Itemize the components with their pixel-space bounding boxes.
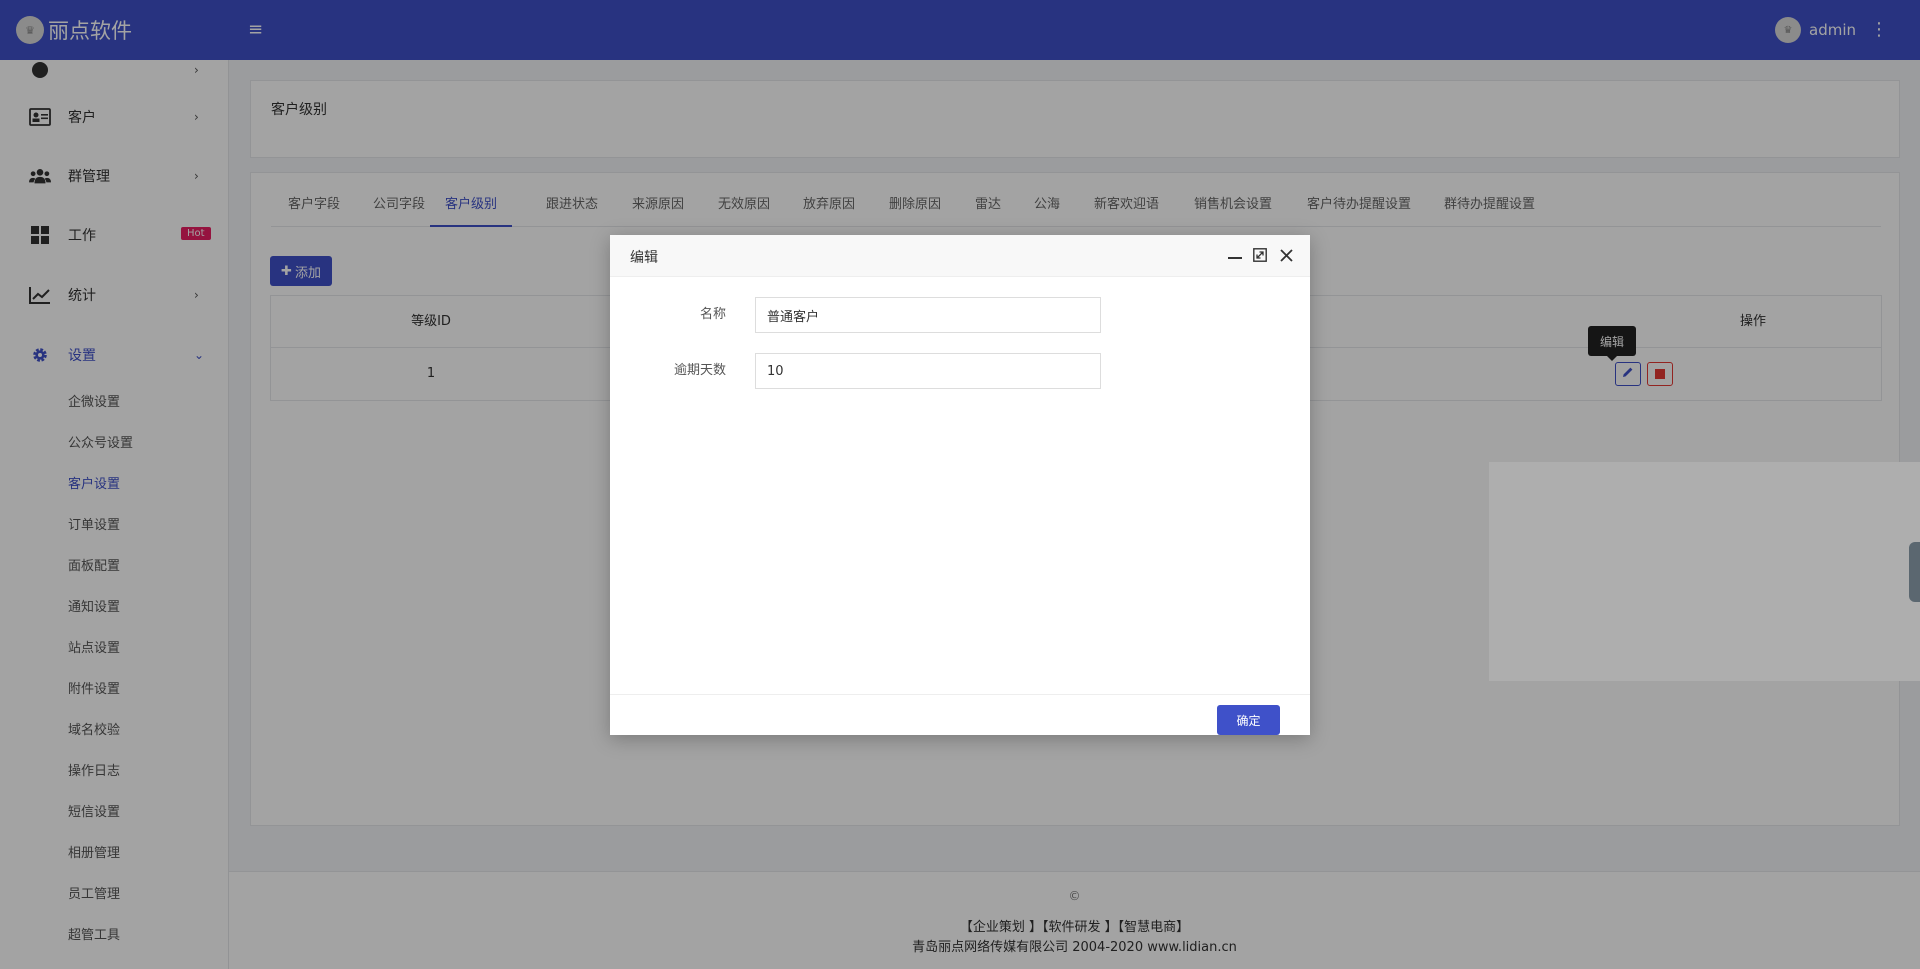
confirm-button[interactable]: 确定 [1217, 705, 1280, 735]
form-row-overdue: 逾期天数 [610, 353, 1310, 389]
name-label: 名称 [699, 307, 726, 322]
ghost-panel [1489, 462, 1920, 681]
overdue-days-label: 逾期天数 [673, 363, 726, 378]
dialog-header: 编辑 [610, 235, 1310, 277]
overdue-days-input[interactable] [755, 353, 1101, 389]
maximize-icon[interactable] [1252, 247, 1268, 263]
edit-dialog: 编辑 名称 逾期天数 确定 [610, 235, 1310, 735]
form-row-name: 名称 [610, 297, 1310, 333]
close-icon[interactable] [1278, 247, 1294, 263]
dialog-title: 编辑 [630, 250, 658, 266]
side-handle[interactable] [1909, 542, 1920, 602]
dialog-footer: 确定 [610, 694, 1310, 735]
minimize-icon[interactable] [1227, 247, 1243, 263]
name-input[interactable] [755, 297, 1101, 333]
